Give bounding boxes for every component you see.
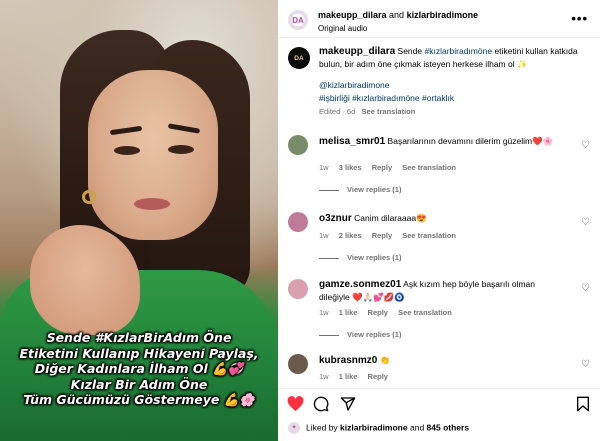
- comment-text-block: kubrasnmz0 👏: [319, 354, 564, 367]
- coauthor-username[interactable]: kizlarbiradimone: [407, 10, 479, 20]
- likes-summary: ✦ Liked by kizlarbiradimone and 845 other…: [288, 422, 469, 434]
- earring: [82, 190, 96, 204]
- liked-by-prefix: Liked by: [306, 422, 338, 433]
- post-authors: makeupp_dilara and kizlarbiradimone: [318, 10, 478, 20]
- comment-meta: 1w 3 likes Reply See translation: [319, 163, 464, 172]
- commenter-avatar[interactable]: [288, 279, 308, 299]
- liker-avatar: ✦: [288, 422, 300, 434]
- comment-text: Başarılarının devamını dilerim güzelim❤️…: [387, 136, 554, 146]
- caption-avatar[interactable]: DA: [288, 47, 310, 69]
- comment-likes[interactable]: 2 likes: [339, 231, 362, 240]
- media-overlay-text: Sende #KızlarBirAdım Öne Etiketini Kulla…: [0, 330, 278, 408]
- comment-text-block: melisa_smr01 Başarılarının devamını dile…: [319, 135, 564, 148]
- edited-time: Edited · 6d: [319, 107, 356, 116]
- post-caption: makeupp_dilara Sende #kızlarbiradımöne e…: [319, 45, 587, 118]
- heart-filled-icon[interactable]: [287, 396, 304, 416]
- comment-likes[interactable]: 1 like: [339, 308, 358, 317]
- comments-scroll-area[interactable]: DA makeupp_dilara Sende #kızlarbiradımön…: [278, 38, 600, 388]
- lips: [134, 198, 170, 210]
- reply-line: [319, 334, 339, 336]
- avatar-initials: DA: [294, 54, 304, 62]
- post-header: DA makeupp_dilara and kizlarbiradimone O…: [278, 0, 600, 38]
- caption-hashtag[interactable]: #kızlarbiradımöne: [425, 46, 493, 56]
- comment-text: Canim dilaraaaa😍: [354, 213, 427, 223]
- more-horizontal-icon[interactable]: •••: [571, 11, 588, 26]
- comment-meta: 1w 1 like Reply See translation: [319, 308, 460, 317]
- overlay-line: Diğer Kadınlara İlham Ol 💪💞: [34, 361, 244, 376]
- overlay-line: Etiketini Kullanıp Hikayeni Paylaş,: [19, 345, 259, 361]
- comment-time: 1w: [319, 372, 329, 381]
- bookmark-icon[interactable]: [576, 396, 590, 416]
- see-translation-link[interactable]: See translation: [398, 308, 452, 317]
- view-replies-button[interactable]: View replies (1): [319, 185, 401, 194]
- post-panel: DA makeupp_dilara and kizlarbiradimone O…: [278, 0, 600, 441]
- author-username[interactable]: makeupp_dilara: [318, 10, 387, 20]
- commenter-avatar[interactable]: [288, 212, 308, 232]
- liked-by-and: and: [409, 422, 425, 433]
- comment-likes[interactable]: 3 likes: [339, 163, 362, 172]
- comment-like-icon[interactable]: ♡: [581, 140, 590, 151]
- overlay-line: Tüm Gücümüzü Göstermeye 💪🌸: [23, 392, 255, 407]
- eye-left: [114, 146, 140, 155]
- caption-mention[interactable]: @kizlarbiradimone: [319, 79, 587, 92]
- comment-username[interactable]: gamze.sonmez01: [319, 279, 401, 290]
- send-icon[interactable]: [340, 396, 356, 416]
- comment-meta: 1w 2 likes Reply See translation: [319, 231, 464, 240]
- view-replies-button[interactable]: View replies (1): [319, 330, 401, 339]
- comment-like-icon[interactable]: ♡: [581, 283, 590, 294]
- comment-text: 👏: [379, 355, 391, 365]
- face: [88, 70, 218, 240]
- commenter-avatar[interactable]: [288, 354, 308, 374]
- reply-button[interactable]: Reply: [368, 372, 388, 381]
- post-actions: ✦ Liked by kizlarbiradimone and 845 other…: [278, 388, 600, 441]
- caption-username[interactable]: makeupp_dilara: [319, 46, 395, 57]
- overlay-line: Sende #KızlarBirAdım Öne: [46, 330, 232, 345]
- caption-text-start: Sende: [397, 46, 423, 56]
- liked-by-others[interactable]: 845 others: [427, 422, 470, 432]
- comment-text-block: o3znur Canim dilaraaaa😍: [319, 212, 564, 225]
- comment-like-icon[interactable]: ♡: [581, 217, 590, 228]
- eye-right: [168, 145, 194, 154]
- reply-line: [319, 189, 339, 191]
- see-translation-link[interactable]: See translation: [402, 231, 456, 240]
- and-text: and: [389, 10, 405, 20]
- audio-link[interactable]: Original audio: [318, 24, 367, 33]
- caption-hashtags[interactable]: #işbirliği #kızlarbiradımöne #ortaklık: [319, 92, 587, 105]
- post-media[interactable]: Sende #KızlarBirAdım Öne Etiketini Kulla…: [0, 0, 278, 441]
- comment-text-block: gamze.sonmez01 Aşk kızım hep böyle başar…: [319, 278, 564, 303]
- view-replies-label: View replies (1): [347, 253, 402, 262]
- comment-time: 1w: [319, 308, 329, 317]
- comment-username[interactable]: melisa_smr01: [319, 136, 385, 147]
- comment-time: 1w: [319, 231, 329, 240]
- see-translation-link[interactable]: See translation: [402, 163, 456, 172]
- view-replies-button[interactable]: View replies (1): [319, 253, 401, 262]
- comment-likes[interactable]: 1 like: [339, 372, 358, 381]
- comment-username[interactable]: o3znur: [319, 213, 352, 224]
- comment-meta: 1w 1 like Reply: [319, 372, 396, 381]
- reply-line: [319, 257, 339, 259]
- author-avatar[interactable]: DA: [288, 10, 308, 30]
- comment-time: 1w: [319, 163, 329, 172]
- comment-like-icon[interactable]: ♡: [581, 359, 590, 370]
- reply-button[interactable]: Reply: [372, 163, 392, 172]
- reply-button[interactable]: Reply: [368, 308, 388, 317]
- view-replies-label: View replies (1): [347, 330, 402, 339]
- liked-by-user[interactable]: kizlarbiradimone: [340, 422, 408, 432]
- commenter-avatar[interactable]: [288, 135, 308, 155]
- see-translation-link[interactable]: See translation: [362, 107, 416, 116]
- view-replies-label: View replies (1): [347, 185, 402, 194]
- avatar-initials: DA: [292, 15, 304, 25]
- reply-button[interactable]: Reply: [372, 231, 392, 240]
- comment-username[interactable]: kubrasnmz0: [319, 355, 377, 366]
- comment-icon[interactable]: [313, 396, 329, 416]
- overlay-line: Kızlar Bir Adım Öne: [70, 376, 208, 392]
